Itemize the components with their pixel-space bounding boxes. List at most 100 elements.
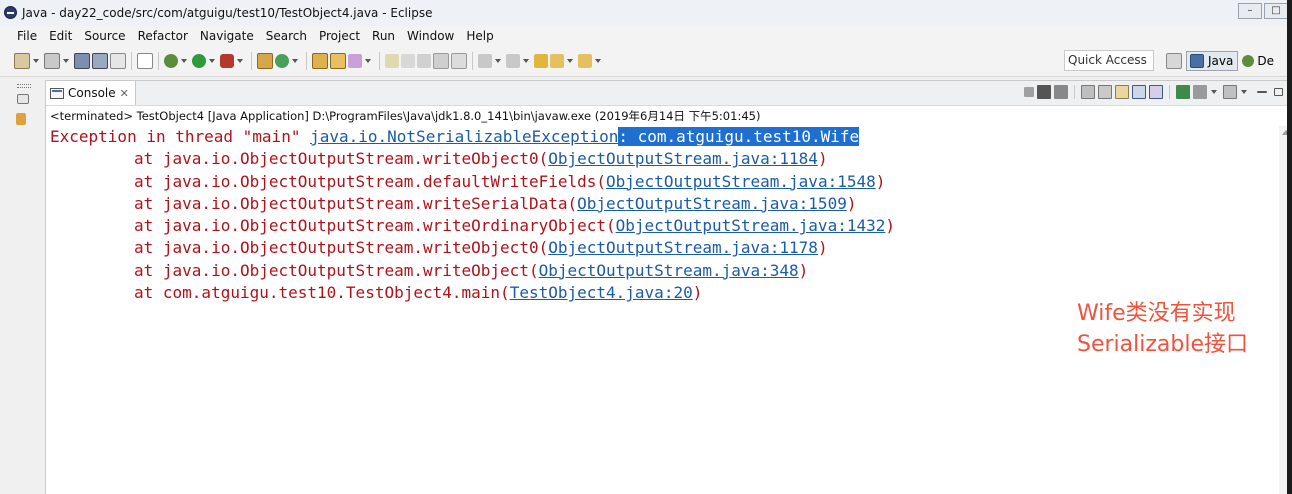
new-package-dropdown-icon[interactable]	[63, 59, 69, 63]
debug-dropdown-icon[interactable]	[181, 59, 187, 63]
last-edit-location-icon[interactable]	[534, 54, 548, 68]
drag-handle-icon[interactable]	[17, 84, 31, 88]
stack-frame-link[interactable]: ObjectOutputStream.java:348	[539, 261, 799, 280]
minimize-view-icon[interactable]	[1257, 91, 1267, 93]
menu-refactor[interactable]: Refactor	[132, 29, 194, 43]
scroll-lock-icon[interactable]	[1098, 85, 1112, 99]
stack-frame-link[interactable]: ObjectOutputStream.java:1432	[616, 216, 886, 235]
show-on-stderr-icon[interactable]	[1149, 85, 1163, 99]
debug-icon[interactable]	[164, 54, 178, 68]
new-package-icon[interactable]	[44, 53, 60, 69]
clear-console-icon[interactable]	[1081, 85, 1095, 99]
new-class-dropdown-icon[interactable]	[292, 59, 298, 63]
previous-annotation-dropdown-icon[interactable]	[523, 59, 529, 63]
run-icon[interactable]	[192, 54, 206, 68]
save-all-icon[interactable]	[92, 53, 108, 69]
close-icon[interactable]: ✕	[120, 87, 129, 100]
open-task-icon[interactable]	[330, 53, 346, 69]
exception-prefix: Exception in thread "main"	[50, 127, 311, 146]
menu-source[interactable]: Source	[78, 29, 131, 43]
toolbar-group-file	[14, 52, 604, 70]
menu-run[interactable]: Run	[366, 29, 401, 43]
open-perspective-icon[interactable]	[1166, 53, 1182, 69]
search-icon[interactable]	[348, 54, 362, 68]
skip-breakpoints-icon[interactable]	[137, 53, 153, 69]
toggle-mark-occurrences-icon[interactable]	[385, 54, 399, 68]
menu-search[interactable]: Search	[260, 29, 313, 43]
eclipse-window: Java - day22_code/src/com/atguigu/test10…	[0, 0, 1292, 494]
back-icon[interactable]	[550, 54, 564, 68]
new-file-icon[interactable]	[14, 53, 30, 69]
window-controls: – □	[1238, 3, 1288, 19]
perspective-debug-button[interactable]: De	[1242, 54, 1274, 68]
remove-launch-icon[interactable]	[1037, 85, 1051, 99]
perspective-java-button[interactable]: Java	[1186, 51, 1239, 71]
search-dropdown-icon[interactable]	[365, 59, 371, 63]
debug-perspective-icon	[1242, 55, 1255, 67]
previous-annotation-icon[interactable]	[506, 54, 520, 68]
new-java-project-icon[interactable]	[257, 53, 273, 69]
open-type-icon[interactable]	[312, 53, 328, 69]
maximize-button[interactable]: □	[1264, 3, 1288, 19]
menu-file[interactable]: File	[0, 29, 43, 43]
exception-type-link[interactable]: java.io.NotSerializableException	[310, 127, 618, 146]
window-title: Java - day22_code/src/com/atguigu/test10…	[22, 6, 433, 20]
stack-frame-link[interactable]: ObjectOutputStream.java:1548	[606, 172, 876, 191]
terminate-icon[interactable]	[1024, 87, 1034, 97]
console-view: Console ✕ <terminated> TestObject4 [Java…	[45, 80, 1292, 494]
next-annotation-icon[interactable]	[478, 54, 492, 68]
title-bar: Java - day22_code/src/com/atguigu/test10…	[0, 0, 1292, 27]
java-perspective-icon	[1190, 54, 1204, 68]
minimized-view-strip	[7, 80, 39, 494]
next-annotation-dropdown-icon[interactable]	[495, 59, 501, 63]
stack-frame-link[interactable]: TestObject4.java:20	[510, 283, 693, 302]
back-dropdown-icon[interactable]	[567, 59, 573, 63]
console-icon	[50, 87, 64, 99]
restore-view-icon[interactable]	[17, 94, 29, 104]
menu-help[interactable]: Help	[460, 29, 499, 43]
print-icon[interactable]	[110, 53, 126, 69]
minimize-button[interactable]: –	[1238, 3, 1262, 19]
new-dropdown-icon[interactable]	[33, 59, 39, 63]
display-console-dropdown-icon[interactable]	[1211, 90, 1217, 94]
tab-console[interactable]: Console ✕	[46, 81, 136, 105]
word-wrap-icon[interactable]	[451, 53, 467, 69]
console-toolbar	[1024, 85, 1283, 99]
perspective-java-label: Java	[1208, 54, 1234, 68]
show-whitespace-icon[interactable]	[417, 54, 431, 68]
annotation-line-2: Serializable接口	[1077, 332, 1249, 357]
save-icon[interactable]	[74, 53, 90, 69]
menu-window[interactable]: Window	[401, 29, 460, 43]
stack-frame-link[interactable]: ObjectOutputStream.java:1509	[577, 194, 847, 213]
stack-frame-link[interactable]: ObjectOutputStream.java:1184	[548, 149, 818, 168]
menu-edit[interactable]: Edit	[43, 29, 78, 43]
open-console-dropdown-icon[interactable]	[1241, 90, 1247, 94]
window-right-edge	[1287, 0, 1292, 494]
new-class-icon[interactable]	[275, 54, 289, 68]
remove-all-terminated-icon[interactable]	[1054, 85, 1068, 99]
perspective-debug-label: De	[1257, 54, 1274, 68]
exception-colon: :	[618, 127, 628, 146]
toggle-breadcrumb-icon[interactable]	[433, 53, 449, 69]
maximize-view-icon[interactable]	[1274, 88, 1283, 96]
show-on-stdout-icon[interactable]	[1132, 85, 1146, 99]
display-selected-console-icon[interactable]	[1193, 85, 1207, 99]
stack-frame-link[interactable]: ObjectOutputStream.java:1178	[548, 238, 818, 257]
forward-icon[interactable]	[578, 54, 592, 68]
pin-console-icon[interactable]	[1176, 85, 1190, 99]
package-explorer-icon[interactable]	[16, 113, 26, 125]
exception-message: com.atguigu.test10.Wife	[627, 127, 860, 146]
menu-project[interactable]: Project	[313, 29, 366, 43]
quick-access-input[interactable]: Quick Access	[1064, 50, 1154, 71]
menu-navigate[interactable]: Navigate	[194, 29, 260, 43]
open-console-icon[interactable]	[1223, 85, 1237, 99]
stack-frame-method: at java.io.ObjectOutputStream.writeObjec…	[134, 260, 539, 280]
run-dropdown-icon[interactable]	[209, 59, 215, 63]
external-tools-icon[interactable]	[220, 54, 234, 68]
stack-frame-method: at java.io.ObjectOutputStream.writeOrdin…	[134, 216, 616, 236]
word-wrap-console-icon[interactable]	[1115, 85, 1129, 99]
toggle-block-selection-icon[interactable]	[401, 54, 415, 68]
annotation-note: Wife类没有实现 Serializable接口	[1077, 298, 1248, 360]
forward-dropdown-icon[interactable]	[595, 59, 601, 63]
external-tools-dropdown-icon[interactable]	[237, 59, 243, 63]
